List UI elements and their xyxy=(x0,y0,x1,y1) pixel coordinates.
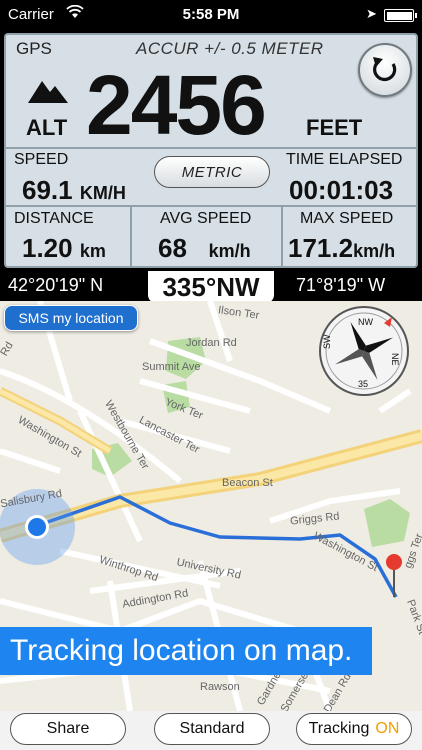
refresh-icon xyxy=(373,57,397,82)
compass-icon: NW NE SW 35 xyxy=(319,306,409,396)
bottom-toolbar: Share Standard Tracking ON xyxy=(0,711,422,750)
mountain-icon xyxy=(28,81,68,103)
compass-label: SW xyxy=(322,334,332,349)
sms-location-button[interactable]: SMS my location xyxy=(4,305,138,331)
tracking-banner: Tracking location on map. xyxy=(0,627,372,675)
altitude-value: 2456 xyxy=(86,58,267,152)
divider xyxy=(130,205,132,266)
street-label: Jordan Rd xyxy=(186,337,237,349)
altitude-unit: FEET xyxy=(306,115,363,140)
latitude: 42°20'19" N xyxy=(8,275,104,295)
street-label: Beacon St xyxy=(222,477,273,489)
heading-readout: 335°NW xyxy=(148,271,274,303)
status-bar: Carrier 5:58 PM ➤ xyxy=(0,0,422,30)
distance-value: 1.20 km xyxy=(22,233,106,263)
share-button[interactable]: Share xyxy=(10,713,126,745)
street-label: Summit Ave xyxy=(142,361,201,373)
metric-button[interactable]: METRIC xyxy=(154,156,270,188)
time-elapsed-value: 00:01:03 xyxy=(289,175,394,205)
longitude: 71°8'19" W xyxy=(296,275,386,295)
divider xyxy=(281,205,283,266)
accuracy-label: ACCUR +/- 0.5 METER xyxy=(136,39,324,58)
dashboard-panel: GPS ACCUR +/- 0.5 METER ALT 2456 FEET SP… xyxy=(4,33,418,268)
standard-map-button[interactable]: Standard xyxy=(154,713,270,745)
clock: 5:58 PM xyxy=(182,6,240,23)
battery-icon xyxy=(384,9,417,22)
time-elapsed-label: TIME ELAPSED xyxy=(286,151,403,168)
compass-label: NE xyxy=(390,353,400,366)
max-speed-label: MAX SPEED xyxy=(300,210,394,227)
speed-label: SPEED xyxy=(14,151,69,168)
park-area xyxy=(364,499,410,547)
max-speed-value: 171.2km/h xyxy=(288,233,396,263)
divider xyxy=(6,147,416,149)
tracking-state: ON xyxy=(375,720,400,737)
map-view[interactable]: Jordan Rd Summit Ave York Ter Lancaster … xyxy=(0,301,422,711)
speed-value: 69.1 KM/H xyxy=(22,175,126,205)
divider xyxy=(6,205,416,207)
compass-label: NW xyxy=(358,317,373,327)
street-label: Rawson xyxy=(200,681,240,693)
reset-button[interactable] xyxy=(358,43,412,97)
distance-label: DISTANCE xyxy=(14,210,94,227)
avg-speed-value: 68 km/h xyxy=(158,233,251,263)
gps-label: GPS xyxy=(16,39,52,58)
location-arrow-icon: ➤ xyxy=(366,6,377,21)
avg-speed-label: AVG SPEED xyxy=(160,210,252,227)
tracking-toggle[interactable]: Tracking ON xyxy=(296,713,412,745)
tracking-label: Tracking xyxy=(308,720,370,737)
altitude-label: ALT xyxy=(26,115,68,140)
compass-label: 35 xyxy=(358,379,368,389)
